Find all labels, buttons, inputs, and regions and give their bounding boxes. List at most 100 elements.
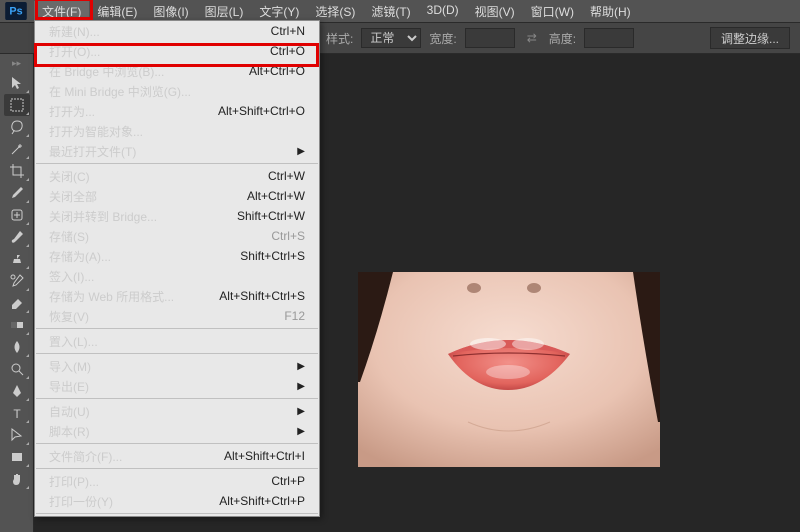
menu-item[interactable]: 关闭并转到 Bridge... Shift+Ctrl+W <box>35 206 319 226</box>
menu-separator <box>36 398 318 399</box>
menu-item[interactable]: 存储为(A)...Shift+Ctrl+S <box>35 246 319 266</box>
menu-item[interactable]: 置入(L)... <box>35 331 319 351</box>
path-selection-tool[interactable] <box>4 424 30 446</box>
eraser-tool[interactable] <box>4 292 30 314</box>
menu-item[interactable]: 打开(O)... Ctrl+O <box>35 41 319 61</box>
move-tool[interactable] <box>4 72 30 94</box>
expand-toolbar-icon[interactable]: ▸▸ <box>2 58 32 68</box>
menu-item[interactable]: 自动(U)▶ <box>35 401 319 421</box>
height-input[interactable] <box>584 28 634 48</box>
menu-item[interactable]: 打印(P)...Ctrl+P <box>35 471 319 491</box>
menu-item-label: 打开(O)... <box>49 43 100 60</box>
svg-text:T: T <box>13 407 21 421</box>
menubar: Ps 文件(F)编辑(E)图像(I)图层(L)文字(Y)选择(S)滤镜(T)3D… <box>0 0 800 22</box>
menu-shortcut: Ctrl+O <box>270 44 305 58</box>
blur-tool[interactable] <box>4 336 30 358</box>
menu-shortcut: Ctrl+W <box>268 169 305 183</box>
menu-item[interactable]: 关闭(C)Ctrl+W <box>35 166 319 186</box>
menu-item: 存储(S)Ctrl+S <box>35 226 319 246</box>
menu-separator <box>36 513 318 514</box>
width-label: 宽度: <box>429 30 456 47</box>
submenu-arrow-icon: ▶ <box>297 146 305 157</box>
menu-item[interactable]: 打印一份(Y)Alt+Shift+Ctrl+P <box>35 491 319 511</box>
menu-item-label: 在 Mini Bridge 中浏览(G)... <box>49 83 191 100</box>
menu-item: 签入(I)... <box>35 266 319 286</box>
menu-item-label: 存储为 Web 所用格式... <box>49 288 174 305</box>
brush-tool[interactable] <box>4 226 30 248</box>
menu-item-label: 在 Bridge 中浏览(B)... <box>49 63 164 80</box>
menu-item[interactable]: 关闭全部 Alt+Ctrl+W <box>35 186 319 206</box>
rectangle-tool[interactable] <box>4 446 30 468</box>
submenu-arrow-icon: ▶ <box>297 381 305 392</box>
menu-item[interactable]: 在 Bridge 中浏览(B)... Alt+Ctrl+O <box>35 61 319 81</box>
menu-item-label: 置入(L)... <box>49 333 98 350</box>
menu-图像[interactable]: 图像(I) <box>145 1 196 22</box>
menu-图层[interactable]: 图层(L) <box>197 1 252 22</box>
menu-item-label: 导入(M) <box>49 358 91 375</box>
menu-item-label: 关闭全部 <box>49 188 97 205</box>
style-label: 样式: <box>326 30 353 47</box>
swap-icon[interactable]: ⇄ <box>527 31 537 45</box>
submenu-arrow-icon: ▶ <box>297 406 305 417</box>
submenu-arrow-icon: ▶ <box>297 361 305 372</box>
menu-shortcut: Alt+Ctrl+O <box>249 64 305 78</box>
menu-separator <box>36 468 318 469</box>
menu-shortcut: Alt+Ctrl+W <box>247 189 305 203</box>
crop-tool[interactable] <box>4 160 30 182</box>
menu-item-label: 打印(P)... <box>49 473 99 490</box>
history-brush-tool[interactable] <box>4 270 30 292</box>
gradient-tool[interactable] <box>4 314 30 336</box>
document-image <box>358 272 660 467</box>
menu-shortcut: Alt+Shift+Ctrl+O <box>218 104 305 118</box>
menu-item[interactable]: 导入(M) ▶ <box>35 356 319 376</box>
svg-text:Ps: Ps <box>9 6 22 18</box>
lasso-tool[interactable] <box>4 116 30 138</box>
pen-tool[interactable] <box>4 380 30 402</box>
menu-item[interactable]: 在 Mini Bridge 中浏览(G)... <box>35 81 319 101</box>
menu-item[interactable]: 文件简介(F)...Alt+Shift+Ctrl+I <box>35 446 319 466</box>
magic-wand-tool[interactable] <box>4 138 30 160</box>
menu-shortcut: Alt+Shift+Ctrl+I <box>224 449 305 463</box>
menu-滤镜[interactable]: 滤镜(T) <box>363 1 418 22</box>
menu-选择[interactable]: 选择(S) <box>307 1 363 22</box>
menu-item[interactable]: 导出(E) ▶ <box>35 376 319 396</box>
menu-item[interactable]: 打开为智能对象... <box>35 121 319 141</box>
marquee-tool[interactable] <box>4 94 30 116</box>
menu-item[interactable]: 打开为...Alt+Shift+Ctrl+O <box>35 101 319 121</box>
menu-文件[interactable]: 文件(F) <box>34 1 89 22</box>
submenu-arrow-icon: ▶ <box>297 426 305 437</box>
menu-文字[interactable]: 文字(Y) <box>251 1 307 22</box>
hand-tool[interactable] <box>4 468 30 490</box>
menu-shortcut: Shift+Ctrl+W <box>237 209 305 223</box>
menu-item-label: 导出(E) <box>49 378 89 395</box>
style-select[interactable]: 正常 <box>361 28 421 48</box>
menu-shortcut: Shift+Ctrl+S <box>240 249 305 263</box>
menu-item-label: 恢复(V) <box>49 308 89 325</box>
menu-帮助[interactable]: 帮助(H) <box>582 1 639 22</box>
tools-panel: ▸▸ T <box>0 54 34 532</box>
menu-separator <box>36 443 318 444</box>
menu-item-label: 新建(N)... <box>49 23 100 40</box>
menu-shortcut: F12 <box>284 309 305 323</box>
menu-separator <box>36 328 318 329</box>
healing-brush-tool[interactable] <box>4 204 30 226</box>
menu-item-label: 关闭并转到 Bridge... <box>49 208 157 225</box>
menu-item[interactable]: 新建(N)...Ctrl+N <box>35 21 319 41</box>
menu-separator <box>36 353 318 354</box>
dodge-tool[interactable] <box>4 358 30 380</box>
menu-3d[interactable]: 3D(D) <box>419 1 467 22</box>
menu-item[interactable]: 最近打开文件(T)▶ <box>35 141 319 161</box>
width-input[interactable] <box>465 28 515 48</box>
eyedropper-tool[interactable] <box>4 182 30 204</box>
menu-编辑[interactable]: 编辑(E) <box>89 1 145 22</box>
menu-item-label: 脚本(R) <box>49 423 90 440</box>
clone-stamp-tool[interactable] <box>4 248 30 270</box>
refine-edge-button[interactable]: 调整边缘... <box>710 27 790 49</box>
menu-视图[interactable]: 视图(V) <box>467 1 523 22</box>
menu-item[interactable]: 存储为 Web 所用格式...Alt+Shift+Ctrl+S <box>35 286 319 306</box>
file-menu-dropdown: 新建(N)...Ctrl+N 打开(O)... Ctrl+O 在 Bridge 中浏览… <box>34 20 320 517</box>
menu-窗口[interactable]: 窗口(W) <box>523 1 582 22</box>
menu-shortcut: Ctrl+S <box>271 229 305 243</box>
menu-item[interactable]: 脚本(R) ▶ <box>35 421 319 441</box>
type-tool[interactable]: T <box>4 402 30 424</box>
